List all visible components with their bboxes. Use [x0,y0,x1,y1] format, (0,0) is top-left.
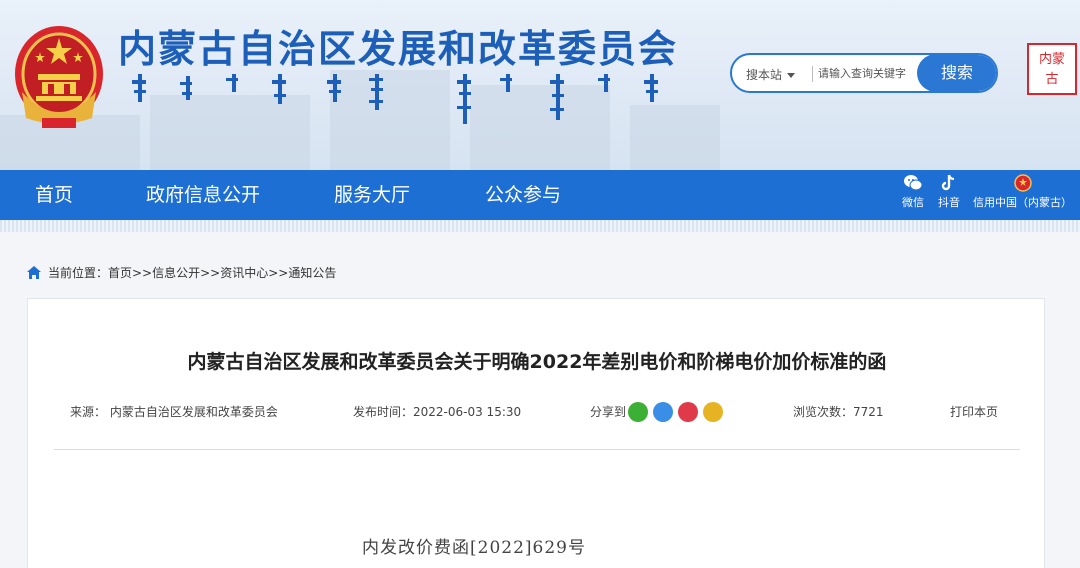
douyin-icon [941,174,955,191]
share-weibo-icon[interactable] [678,401,698,422]
search-scope-label: 搜本站 [746,68,783,82]
share-label: 分享到 [590,405,627,419]
nav-item-home[interactable]: 首页 [35,170,73,220]
search-input[interactable] [818,61,918,85]
share-qzone-icon[interactable] [703,401,723,422]
nav-item-public-participation[interactable]: 公众参与 [485,170,561,220]
search-separator [812,66,813,82]
site-title: 内蒙古自治区发展和改革委员会 [118,27,679,71]
social-credit-china-label: 信用中国（内蒙古） [973,196,1072,209]
svg-text:内蒙: 内蒙 [1039,51,1065,67]
mongolian-script-title [132,74,658,124]
social-credit-china[interactable]: 信用中国（内蒙古） [973,174,1072,210]
social-douyin[interactable]: 抖音 [938,174,960,210]
print-button[interactable]: 打印本页 [950,403,998,420]
article-views: 浏览次数：7721 [793,405,884,419]
social-wechat[interactable]: 微信 [902,174,924,210]
social-douyin-label: 抖音 [938,196,960,209]
nav-bottom-band [0,220,1080,232]
breadcrumb: 当前位置：首页>>信息公开>>资讯中心>>通知公告 [26,264,336,281]
article-card: 内蒙古自治区发展和改革委员会关于明确2022年差别电价和阶梯电价加价标准的函 来… [27,298,1045,568]
share-wechat-icon[interactable] [628,401,648,422]
home-icon [27,266,41,279]
breadcrumb-text[interactable]: 当前位置：首页>>信息公开>>资讯中心>>通知公告 [48,266,336,280]
wechat-icon [904,175,923,191]
social-wechat-label: 微信 [902,196,924,209]
chevron-down-icon [787,73,796,78]
nav-item-service-hall[interactable]: 服务大厅 [334,170,410,220]
share-qq-icon[interactable] [653,401,673,422]
emblem-icon [1013,174,1032,192]
svg-text:古: 古 [1045,72,1058,87]
article-publish-time: 发布时间：2022-06-03 15:30 [353,405,522,419]
inner-mongolia-seal-icon: 内蒙 古 [1027,43,1077,95]
search-scope-dropdown[interactable]: 搜本站 [746,66,796,83]
article-source: 来源： 内蒙古自治区发展和改革委员会 [70,405,278,419]
nav-item-gov-info[interactable]: 政府信息公开 [146,170,260,220]
article-title: 内蒙古自治区发展和改革委员会关于明确2022年差别电价和阶梯电价加价标准的函 [187,351,887,373]
share-icons [628,401,728,422]
article-divider [54,449,1020,450]
search-button[interactable]: 搜索 [917,55,996,91]
national-emblem-icon [15,26,103,128]
document-number: 内发改价费函[2022]629号 [362,538,586,558]
search-box: 搜本站 搜索 [730,53,998,93]
site-header: 内蒙古自治区发展和改革委员会 搜本站 搜索 内蒙 古 [0,0,1080,170]
